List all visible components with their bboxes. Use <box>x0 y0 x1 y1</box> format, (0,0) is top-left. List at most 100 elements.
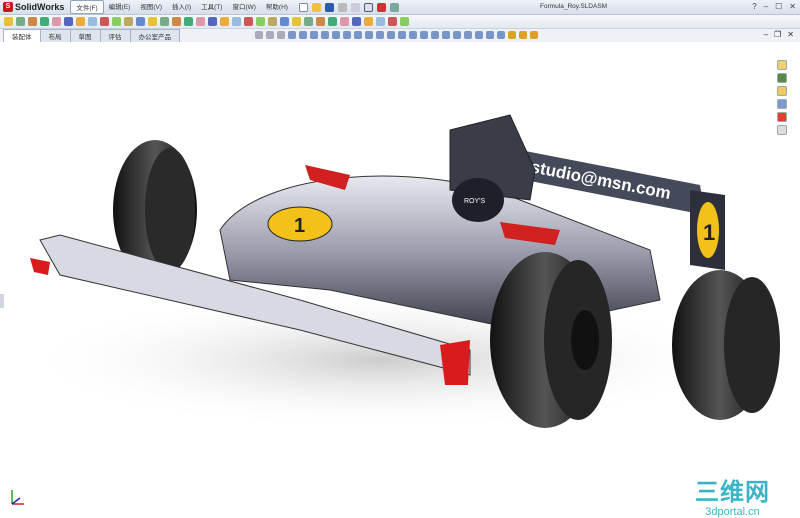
print-icon[interactable] <box>337 2 347 12</box>
doc-close-button[interactable]: ✕ <box>787 30 794 39</box>
toolbar-tool-icon[interactable] <box>40 17 49 26</box>
tab-office-products[interactable]: 办公室产品 <box>129 29 180 42</box>
view-tool-icon[interactable] <box>519 31 527 39</box>
f1-car-model: 1 studio@msn.com ROY'S 1 <box>20 114 780 430</box>
doc-minimize-button[interactable]: – <box>764 30 768 39</box>
toolbar-tool-icon[interactable] <box>196 17 205 26</box>
tab-evaluate[interactable]: 评估 <box>99 29 131 42</box>
new-document-icon[interactable] <box>298 2 308 12</box>
toolbar-tool-icon[interactable] <box>328 17 337 26</box>
toolbar-tool-icon[interactable] <box>376 17 385 26</box>
view-tool-icon[interactable] <box>332 31 340 39</box>
undo-icon[interactable] <box>350 2 360 12</box>
view-tool-icon[interactable] <box>442 31 450 39</box>
toolbar-tool-icon[interactable] <box>280 17 289 26</box>
toolbar-tool-icon[interactable] <box>208 17 217 26</box>
view-tool-icon[interactable] <box>486 31 494 39</box>
toolbar-tool-icon[interactable] <box>136 17 145 26</box>
maximize-button[interactable]: ☐ <box>775 2 782 11</box>
toolbar-tool-icon[interactable] <box>232 17 241 26</box>
search-icon[interactable] <box>777 99 787 109</box>
close-button[interactable]: ✕ <box>789 2 796 11</box>
toolbar-tool-icon[interactable] <box>364 17 373 26</box>
wing-number: 1 <box>703 220 715 245</box>
view-tool-icon[interactable] <box>343 31 351 39</box>
view-tool-icon[interactable] <box>266 31 274 39</box>
toolbar-tool-icon[interactable] <box>316 17 325 26</box>
view-tool-icon[interactable] <box>277 31 285 39</box>
toolbar-tool-icon[interactable] <box>220 17 229 26</box>
toolbar-tool-icon[interactable] <box>76 17 85 26</box>
view-tool-icon[interactable] <box>420 31 428 39</box>
solidworks-logo[interactable]: S SolidWorks <box>0 2 70 12</box>
view-tool-icon[interactable] <box>398 31 406 39</box>
view-tool-icon[interactable] <box>508 31 516 39</box>
menu-window[interactable]: 窗口(W) <box>227 0 260 14</box>
toolbar-tool-icon[interactable] <box>388 17 397 26</box>
toolbar-tool-icon[interactable] <box>112 17 121 26</box>
toolbar-tool-icon[interactable] <box>256 17 265 26</box>
open-icon[interactable] <box>311 2 321 12</box>
options-icon[interactable] <box>389 2 399 12</box>
view-tool-icon[interactable] <box>431 31 439 39</box>
toolbar-tool-icon[interactable] <box>124 17 133 26</box>
menu-help[interactable]: 帮助(H) <box>261 0 293 14</box>
toolbar-tool-icon[interactable] <box>172 17 181 26</box>
menu-view[interactable]: 视图(V) <box>135 0 167 14</box>
doc-restore-button[interactable]: ❐ <box>774 30 781 39</box>
toolbar-tool-icon[interactable] <box>244 17 253 26</box>
graphics-area[interactable]: 1 studio@msn.com ROY'S 1 三维网 3dportal.cn <box>0 42 800 518</box>
toolbar-tool-icon[interactable] <box>340 17 349 26</box>
tab-assembly[interactable]: 装配体 <box>3 29 41 42</box>
toolbar-tool-icon[interactable] <box>28 17 37 26</box>
toolbar-tool-icon[interactable] <box>292 17 301 26</box>
view-tool-icon[interactable] <box>387 31 395 39</box>
menu-edit[interactable]: 编辑(E) <box>104 0 136 14</box>
toolbar-tool-icon[interactable] <box>88 17 97 26</box>
view-tool-icon[interactable] <box>321 31 329 39</box>
toolbar-tool-icon[interactable] <box>52 17 61 26</box>
help-button[interactable]: ? <box>752 2 756 11</box>
rebuild-icon[interactable] <box>376 2 386 12</box>
toolbar-tool-icon[interactable] <box>352 17 361 26</box>
view-tool-icon[interactable] <box>288 31 296 39</box>
appearances-icon[interactable] <box>777 112 787 122</box>
view-tool-icon[interactable] <box>255 31 263 39</box>
watermark-url: 3dportal.cn <box>705 506 760 518</box>
view-tool-icon[interactable] <box>365 31 373 39</box>
watermark-title: 三维网 <box>695 479 770 506</box>
view-tool-icon[interactable] <box>453 31 461 39</box>
feature-tree-handle[interactable] <box>0 294 4 308</box>
view-tool-icon[interactable] <box>310 31 318 39</box>
view-tool-icon[interactable] <box>475 31 483 39</box>
view-tool-icon[interactable] <box>464 31 472 39</box>
menu-tools[interactable]: 工具(T) <box>196 0 227 14</box>
tab-layout[interactable]: 布局 <box>39 29 71 42</box>
minimize-button[interactable]: – <box>764 2 768 11</box>
toolbar-tool-icon[interactable] <box>4 17 13 26</box>
view-tool-icon[interactable] <box>497 31 505 39</box>
menu-file[interactable]: 文件(F) <box>70 0 104 14</box>
toolbar-tool-icon[interactable] <box>304 17 313 26</box>
save-icon[interactable] <box>324 2 334 12</box>
menu-insert[interactable]: 插入(I) <box>167 0 196 14</box>
design-library-icon[interactable] <box>777 73 787 83</box>
toolbar-tool-icon[interactable] <box>268 17 277 26</box>
view-tool-icon[interactable] <box>530 31 538 39</box>
toolbar-tool-icon[interactable] <box>148 17 157 26</box>
toolbar-tool-icon[interactable] <box>400 17 409 26</box>
view-tool-icon[interactable] <box>409 31 417 39</box>
toolbar-tool-icon[interactable] <box>64 17 73 26</box>
view-tool-icon[interactable] <box>354 31 362 39</box>
custom-properties-icon[interactable] <box>777 125 787 135</box>
toolbar-tool-icon[interactable] <box>184 17 193 26</box>
view-tool-icon[interactable] <box>299 31 307 39</box>
select-icon[interactable] <box>363 2 373 12</box>
file-explorer-icon[interactable] <box>777 86 787 96</box>
tab-sketch[interactable]: 草图 <box>69 29 101 42</box>
toolbar-tool-icon[interactable] <box>16 17 25 26</box>
resources-icon[interactable] <box>777 60 787 70</box>
view-tool-icon[interactable] <box>376 31 384 39</box>
toolbar-tool-icon[interactable] <box>100 17 109 26</box>
toolbar-tool-icon[interactable] <box>160 17 169 26</box>
